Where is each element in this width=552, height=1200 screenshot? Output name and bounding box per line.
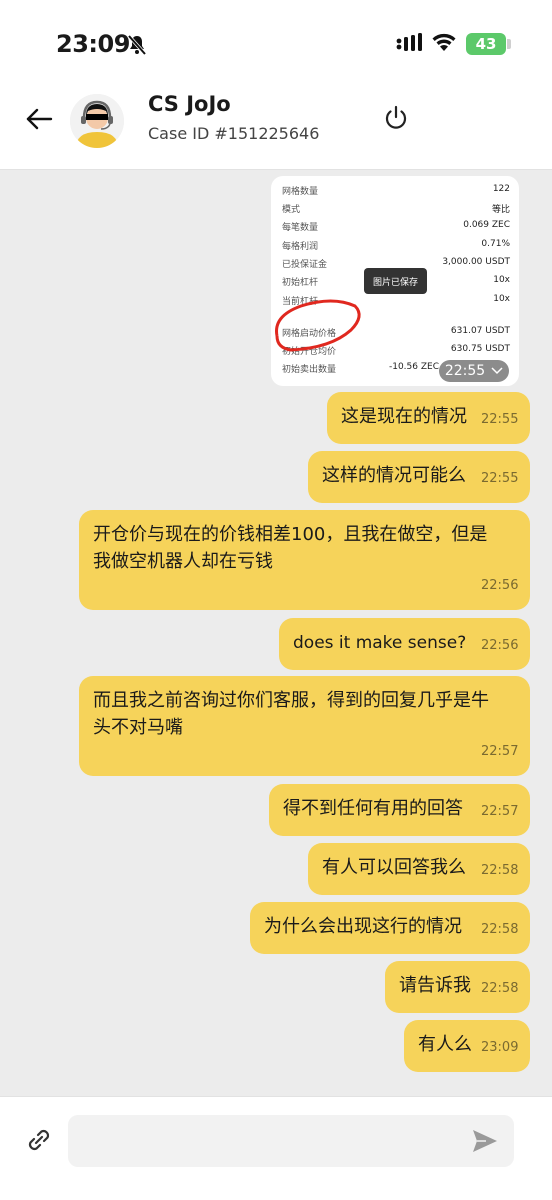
message-input[interactable] (68, 1115, 514, 1167)
cellular-signal-icon (396, 33, 422, 51)
agent-name: CS JoJo (148, 92, 231, 116)
wifi-icon (432, 33, 456, 51)
image-message[interactable]: 网格数量 122 模式 等比 每笔数量 0.069 ZEC 每格利润 0.71% 已投保… (271, 176, 519, 386)
power-icon[interactable] (383, 104, 409, 132)
message-bubble[interactable]: 得不到任何有用的回答 22:57 (269, 784, 530, 836)
battery-cap (507, 39, 511, 49)
send-icon[interactable] (470, 1127, 500, 1155)
message-bubble[interactable]: 这样的情况可能么 22:55 (308, 451, 530, 503)
agent-avatar (70, 94, 124, 148)
battery-indicator: 43 (466, 33, 506, 55)
message-bubble[interactable]: 这是现在的情况 22:55 (327, 392, 530, 444)
message-bubble[interactable]: does it make sense? 22:56 (279, 618, 530, 670)
message-bubble[interactable]: 而且我之前咨询过你们客服，得到的回复几乎是牛 头不对马嘴 22:57 (79, 676, 530, 776)
message-bubble[interactable]: 有人可以回答我么 22:58 (308, 843, 530, 895)
message-list[interactable]: 网格数量 122 模式 等比 每笔数量 0.069 ZEC 每格利润 0.71% 已投保… (0, 170, 552, 1096)
support-agent-icon (70, 94, 124, 148)
red-circle-annotation (275, 299, 361, 352)
case-id: Case ID #151225646 (148, 124, 320, 143)
message-bubble[interactable]: 请告诉我 22:58 (385, 961, 530, 1013)
message-bubble[interactable]: 有人么 23:09 (404, 1020, 530, 1072)
back-arrow-icon[interactable] (24, 104, 54, 134)
composer-bar (0, 1096, 552, 1200)
message-bubble[interactable]: 开仓价与现在的价钱相差100，且我在做空，但是 我做空机器人却在亏钱 22:56 (79, 510, 530, 610)
chevron-down-icon (491, 367, 503, 375)
status-bar: 23:09 43 (0, 0, 552, 84)
image-timestamp: 22:55 (439, 360, 509, 382)
message-bubble[interactable]: 为什么会出现这行的情况 22:58 (250, 902, 530, 954)
chat-header: CS JoJo Case ID #151225646 (0, 84, 552, 170)
saved-toast: 图片已保存 (364, 268, 427, 294)
muted-bell-icon (127, 34, 147, 56)
attach-link-icon[interactable] (24, 1125, 54, 1155)
status-time: 23:09 (56, 30, 130, 58)
